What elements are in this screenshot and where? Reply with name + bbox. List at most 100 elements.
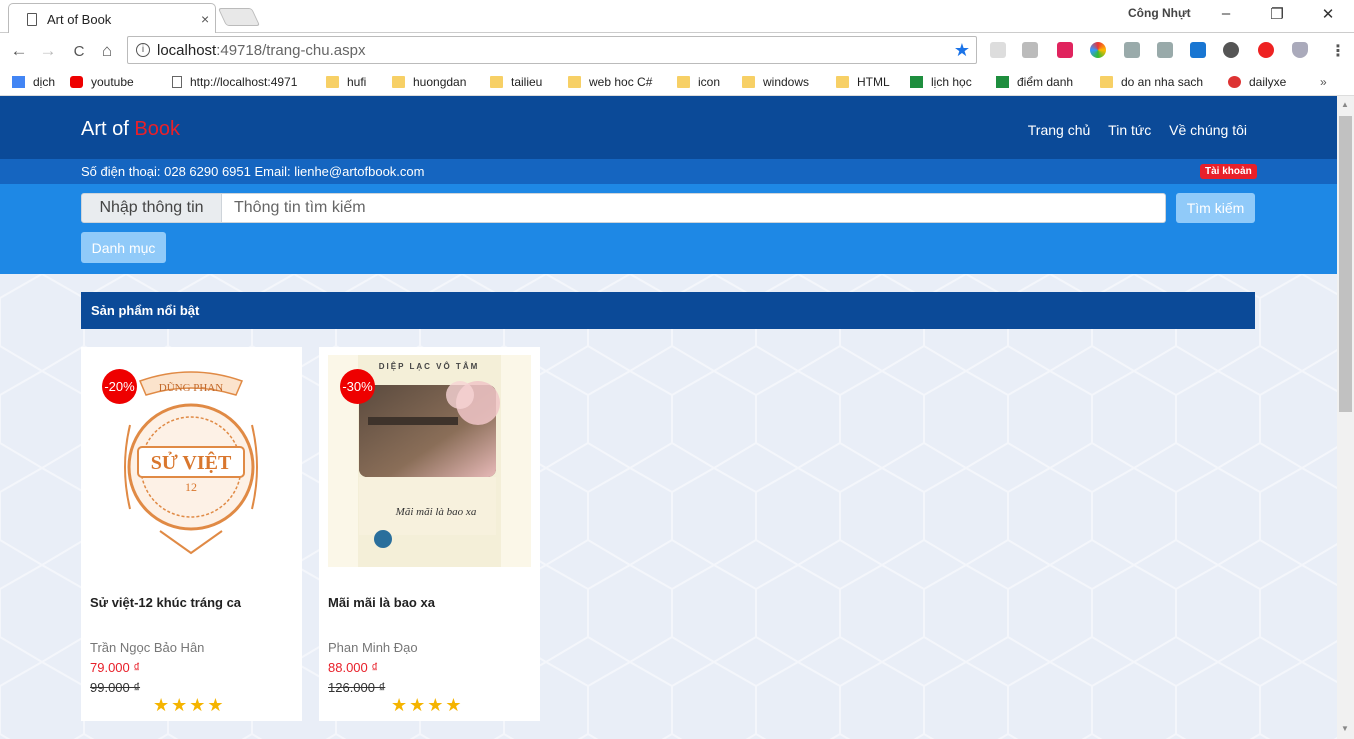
product-old-price: 126.000 ₫	[328, 680, 386, 695]
bookmark-html[interactable]: HTML	[836, 75, 890, 89]
folder-icon	[568, 76, 581, 88]
tab-title: Art of Book	[47, 12, 112, 27]
scroll-down-icon[interactable]: ▼	[1341, 724, 1349, 733]
bookmark-icon[interactable]: icon	[677, 75, 720, 89]
scroll-up-icon[interactable]: ▲	[1341, 100, 1349, 109]
product-price: 88.000 ₫	[328, 660, 379, 675]
nav-about[interactable]: Về chúng tôi	[1169, 122, 1247, 138]
top-navigation: Trang chủ Tin tức Về chúng tôi	[1014, 122, 1247, 138]
folder-icon	[742, 76, 755, 88]
bookmark-dailyxe[interactable]: dailyxe	[1228, 75, 1286, 89]
extension-icon[interactable]	[1124, 42, 1140, 58]
page-viewport: Art of Book Trang chủ Tin tức Về chúng t…	[0, 96, 1337, 739]
discount-badge: -30%	[340, 369, 375, 404]
cover-number: 12	[185, 480, 197, 494]
rating-stars-icon: ★★★★	[391, 695, 464, 715]
featured-section-title: Sản phẩm nổi bật	[81, 292, 1255, 329]
nav-home[interactable]: Trang chủ	[1028, 122, 1091, 138]
search-label: Nhập thông tin	[81, 193, 222, 223]
contact-bar: Số điện thoại: 028 6290 6951 Email: lien…	[0, 159, 1337, 184]
folder-icon	[490, 76, 503, 88]
bookmarks-bar: dịch youtube http://localhost:4971 hufi …	[0, 69, 1354, 96]
youtube-extension-icon[interactable]	[1057, 42, 1073, 58]
youtube-icon	[70, 76, 83, 88]
cover-title: Mãi mãi là bao xa	[395, 506, 477, 518]
folder-icon	[836, 76, 849, 88]
chrome-menu-icon[interactable]: ⋮	[1330, 41, 1346, 61]
extension-icon[interactable]	[1157, 42, 1173, 58]
folder-icon	[392, 76, 405, 88]
bookmark-youtube[interactable]: youtube	[70, 75, 134, 89]
site-logo[interactable]: Art of Book	[81, 118, 180, 141]
google-translate-icon	[12, 76, 25, 88]
bookmark-hufi[interactable]: hufi	[326, 75, 366, 89]
cover-author: DŨNG PHAN	[159, 382, 224, 394]
reload-icon[interactable]: C	[69, 43, 89, 60]
rating-stars-icon: ★★★★	[153, 695, 226, 715]
category-button[interactable]: Danh mục	[81, 232, 166, 263]
url-text: localhost:49718/trang-chu.aspx	[157, 42, 366, 59]
product-author: Trần Ngọc Bảo Hân	[90, 640, 205, 655]
product-title[interactable]: Mãi mãi là bao xa	[328, 595, 435, 610]
info-icon[interactable]: i	[136, 43, 150, 57]
address-bar[interactable]: i localhost:49718/trang-chu.aspx ★	[127, 36, 977, 64]
new-tab-button[interactable]	[217, 8, 261, 26]
folder-icon	[1100, 76, 1113, 88]
page-icon	[27, 13, 37, 26]
browser-tab-strip: Art of Book × Công Nhựt – ❐ ✕	[0, 0, 1354, 33]
account-button[interactable]: Tài khoản	[1200, 164, 1257, 179]
home-icon[interactable]: ⌂	[97, 41, 117, 61]
page-icon	[172, 76, 182, 88]
bookmark-tailieu[interactable]: tailieu	[490, 75, 542, 89]
bookmark-lich-hoc[interactable]: lịch học	[910, 75, 972, 89]
product-author: Phan Minh Đạo	[328, 640, 418, 655]
bookmark-star-icon[interactable]: ★	[954, 40, 970, 61]
cover-author: DIỆP LẠC VÔ TÂM	[379, 362, 480, 371]
scroll-thumb[interactable]	[1339, 116, 1352, 412]
close-window-icon[interactable]: ✕	[1318, 5, 1338, 23]
folder-icon	[326, 76, 339, 88]
yab-extension-icon[interactable]	[1258, 42, 1274, 58]
tab-close-icon[interactable]: ×	[201, 11, 209, 27]
browser-toolbar: ← → C ⌂ i localhost:49718/trang-chu.aspx…	[0, 33, 1354, 69]
page-scrollbar[interactable]: ▲ ▼	[1337, 96, 1354, 739]
sheets-icon	[910, 76, 923, 88]
bookmark-dich[interactable]: dịch	[12, 75, 55, 89]
discount-badge: -20%	[102, 369, 137, 404]
restore-icon[interactable]: ❐	[1267, 5, 1287, 23]
bookmark-do-an[interactable]: do an nha sach	[1100, 75, 1203, 89]
bookmark-web-hoc[interactable]: web hoc C#	[568, 75, 652, 89]
forward-icon[interactable]: →	[38, 41, 58, 61]
extension-icon[interactable]	[990, 42, 1006, 58]
bookmark-windows[interactable]: windows	[742, 75, 809, 89]
back-icon[interactable]: ←	[9, 41, 29, 61]
nav-news[interactable]: Tin tức	[1108, 122, 1151, 138]
s-extension-icon[interactable]	[1190, 42, 1206, 58]
product-old-price: 99.000 ₫	[90, 680, 141, 695]
camera-extension-icon[interactable]	[1022, 42, 1038, 58]
minimize-icon[interactable]: –	[1216, 5, 1236, 22]
recycle-extension-icon[interactable]	[1223, 42, 1239, 58]
product-card[interactable]: DŨNG PHAN SỬ VIỆT 12 -20% Sử việt-12 khú…	[81, 347, 302, 721]
product-card[interactable]: DIỆP LẠC VÔ TÂM Mãi mãi là bao xa -30% M…	[319, 347, 540, 721]
bookmark-diem-danh[interactable]: điểm danh	[996, 75, 1073, 89]
shield-extension-icon[interactable]	[1292, 42, 1308, 58]
browser-tab[interactable]: Art of Book ×	[8, 3, 216, 33]
search-button[interactable]: Tìm kiếm	[1176, 193, 1255, 223]
more-bookmarks-icon[interactable]: »	[1320, 75, 1327, 89]
bookmark-huongdan[interactable]: huongdan	[392, 75, 466, 89]
product-price: 79.000 ₫	[90, 660, 141, 675]
folder-icon	[677, 76, 690, 88]
site-header: Art of Book Trang chủ Tin tức Về chúng t…	[0, 96, 1337, 159]
cover-title: SỬ VIỆT	[151, 451, 232, 474]
search-group: Nhập thông tin	[81, 193, 1166, 223]
search-bar: Nhập thông tin Tìm kiếm Danh mục	[0, 184, 1337, 274]
color-extension-icon[interactable]	[1090, 42, 1106, 58]
profile-name[interactable]: Công Nhựt	[1128, 6, 1191, 20]
bookmark-localhost[interactable]: http://localhost:4971	[172, 75, 297, 89]
search-input[interactable]	[222, 193, 1166, 223]
dailyxe-icon	[1228, 76, 1241, 88]
product-title[interactable]: Sử việt-12 khúc tráng ca	[90, 595, 241, 610]
sheets-icon	[996, 76, 1009, 88]
contact-info: Số điện thoại: 028 6290 6951 Email: lien…	[81, 164, 425, 179]
